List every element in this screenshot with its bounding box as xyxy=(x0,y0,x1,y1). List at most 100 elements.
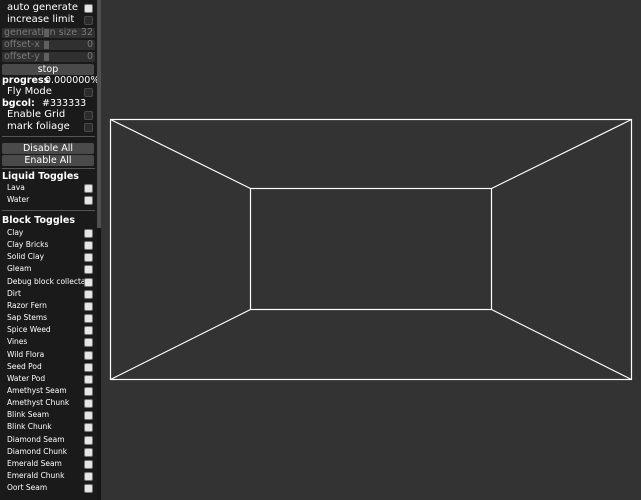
increase-limit-checkbox[interactable] xyxy=(84,16,93,25)
toggle-item-label: Lava xyxy=(7,183,25,192)
generation-size-slider[interactable]: generation size 32 xyxy=(2,27,95,38)
generation-size-handle[interactable] xyxy=(44,29,49,37)
generation-size-label: generation size xyxy=(4,27,78,38)
divider xyxy=(2,136,95,137)
offset-y-label: offset-y xyxy=(4,51,40,62)
enable-grid-label: Enable Grid xyxy=(7,109,66,120)
fly-mode-toggle[interactable]: Fly Mode xyxy=(0,86,97,98)
toggle-item-checkbox[interactable] xyxy=(84,374,93,384)
toggle-item[interactable]: Clay xyxy=(0,227,97,239)
toggle-item-checkbox[interactable] xyxy=(84,386,93,396)
toggle-item-label: Razor Fern xyxy=(7,300,47,310)
auto-generate-toggle[interactable]: auto generate xyxy=(0,2,97,14)
offset-x-label: offset-x xyxy=(4,39,40,50)
toggle-item[interactable]: Emerald Chunk xyxy=(0,470,97,482)
enable-grid-toggle[interactable]: Enable Grid xyxy=(0,109,97,121)
toggle-item-label: Diamond Seam xyxy=(7,434,65,444)
wireframe-edge-top-right xyxy=(491,118,632,190)
toggle-item-checkbox[interactable] xyxy=(84,289,93,299)
offset-x-slider[interactable]: offset-x 0 xyxy=(2,39,95,50)
toggle-item-checkbox[interactable] xyxy=(84,423,93,433)
toggle-item-checkbox[interactable] xyxy=(84,484,93,494)
toggle-item-checkbox[interactable] xyxy=(84,472,93,481)
offset-y-slider[interactable]: offset-y 0 xyxy=(2,51,95,62)
toggle-item-checkbox[interactable] xyxy=(84,338,93,348)
toggle-item[interactable]: Debug block collectable xyxy=(0,276,97,288)
toggle-item-checkbox[interactable] xyxy=(84,459,93,469)
panel-scrollbar-thumb[interactable] xyxy=(97,0,101,228)
toggle-item[interactable]: Sap Stems xyxy=(0,312,97,324)
increase-limit-toggle[interactable]: increase limit xyxy=(0,14,97,26)
toggle-item-checkbox[interactable] xyxy=(84,399,93,409)
toggle-item-checkbox[interactable] xyxy=(84,326,93,336)
block-toggles-heading: Block Toggles xyxy=(2,215,75,226)
toggle-item-checkbox[interactable] xyxy=(84,184,93,193)
auto-generate-checkbox[interactable] xyxy=(84,4,93,13)
increase-limit-label: increase limit xyxy=(7,14,75,25)
toggle-item-checkbox[interactable] xyxy=(84,229,93,238)
auto-generate-label: auto generate xyxy=(7,2,78,13)
toggle-item-checkbox[interactable] xyxy=(84,435,93,445)
offset-y-handle[interactable] xyxy=(44,53,49,61)
toggle-item-checkbox[interactable] xyxy=(84,241,93,251)
toggle-item-label: Amethyst Chunk xyxy=(7,398,70,408)
toggle-item-checkbox[interactable] xyxy=(84,314,93,324)
toggle-item[interactable]: Diamond Chunk xyxy=(0,446,97,458)
offset-x-value: 0 xyxy=(86,39,93,50)
toggle-item-checkbox[interactable] xyxy=(84,350,93,360)
toggle-item-label: Clay xyxy=(7,228,24,237)
toggle-item[interactable]: Diamond Seam xyxy=(0,434,97,446)
toggle-item[interactable]: Oort Seam xyxy=(0,482,97,494)
panel-scrollbar[interactable] xyxy=(97,0,101,500)
wireframe-edge-bottom-right xyxy=(491,308,632,381)
toggle-item-checkbox[interactable] xyxy=(84,196,93,206)
fly-mode-checkbox[interactable] xyxy=(84,88,93,97)
disable-all-button[interactable]: Disable All xyxy=(2,143,94,154)
toggle-item[interactable]: Amethyst Seam xyxy=(0,385,97,397)
mark-foliage-checkbox[interactable] xyxy=(84,123,93,132)
toggle-item[interactable]: Water xyxy=(0,194,97,206)
toggle-item-checkbox[interactable] xyxy=(84,301,93,311)
control-panel: auto generate increase limit generation … xyxy=(0,0,97,500)
toggle-item[interactable]: Gleam xyxy=(0,263,97,275)
offset-x-handle[interactable] xyxy=(44,41,49,49)
toggle-item[interactable]: Blink Chunk xyxy=(0,421,97,433)
toggle-item[interactable]: Lava xyxy=(0,182,97,194)
toggle-item-label: Blink Chunk xyxy=(7,422,52,432)
mark-foliage-toggle[interactable]: mark foliage xyxy=(0,121,97,133)
wireframe-edge-top-left xyxy=(110,118,251,190)
toggle-item[interactable]: Wild Flora xyxy=(0,349,97,361)
toggle-item[interactable]: Blink Seam xyxy=(0,409,97,421)
toggle-item[interactable]: Spice Weed xyxy=(0,324,97,336)
toggle-item[interactable]: Razor Fern xyxy=(0,300,97,312)
enable-all-button[interactable]: Enable All xyxy=(2,155,94,166)
stop-button[interactable]: stop xyxy=(2,64,94,75)
divider xyxy=(2,168,95,169)
toggle-item-checkbox[interactable] xyxy=(84,253,93,263)
toggle-item-label: Emerald Seam xyxy=(7,458,62,468)
toggle-item[interactable]: Seed Pod xyxy=(0,361,97,373)
toggle-item[interactable]: Emerald Seam xyxy=(0,458,97,470)
toggle-item[interactable]: Amethyst Chunk xyxy=(0,397,97,409)
toggle-item-checkbox[interactable] xyxy=(84,447,93,457)
toggle-item[interactable]: Dirt xyxy=(0,288,97,300)
toggle-item-label: Debug block collectable xyxy=(7,276,89,286)
toggle-item-label: Seed Pod xyxy=(7,361,42,371)
toggle-item-checkbox[interactable] xyxy=(84,362,93,372)
toggle-item[interactable]: Solid Clay xyxy=(0,251,97,263)
toggle-item-label: Gleam xyxy=(7,264,32,274)
enable-grid-checkbox[interactable] xyxy=(84,111,93,120)
toggle-item-label: Blink Seam xyxy=(7,410,50,420)
toggle-item-label: Spice Weed xyxy=(7,325,51,335)
generation-size-value: 32 xyxy=(80,27,93,38)
toggle-item[interactable]: Water Pod xyxy=(0,373,97,385)
toggle-item[interactable]: Vines xyxy=(0,336,97,348)
toggle-item[interactable]: Clay Bricks xyxy=(0,239,97,251)
toggle-item-checkbox[interactable] xyxy=(84,411,93,421)
toggle-item-label: Diamond Chunk xyxy=(7,446,68,456)
toggle-item-label: Amethyst Seam xyxy=(7,385,67,395)
toggle-item-checkbox[interactable] xyxy=(84,277,93,287)
toggle-item-label: Wild Flora xyxy=(7,349,45,359)
toggle-item-label: Oort Seam xyxy=(7,483,48,493)
toggle-item-checkbox[interactable] xyxy=(84,265,93,275)
